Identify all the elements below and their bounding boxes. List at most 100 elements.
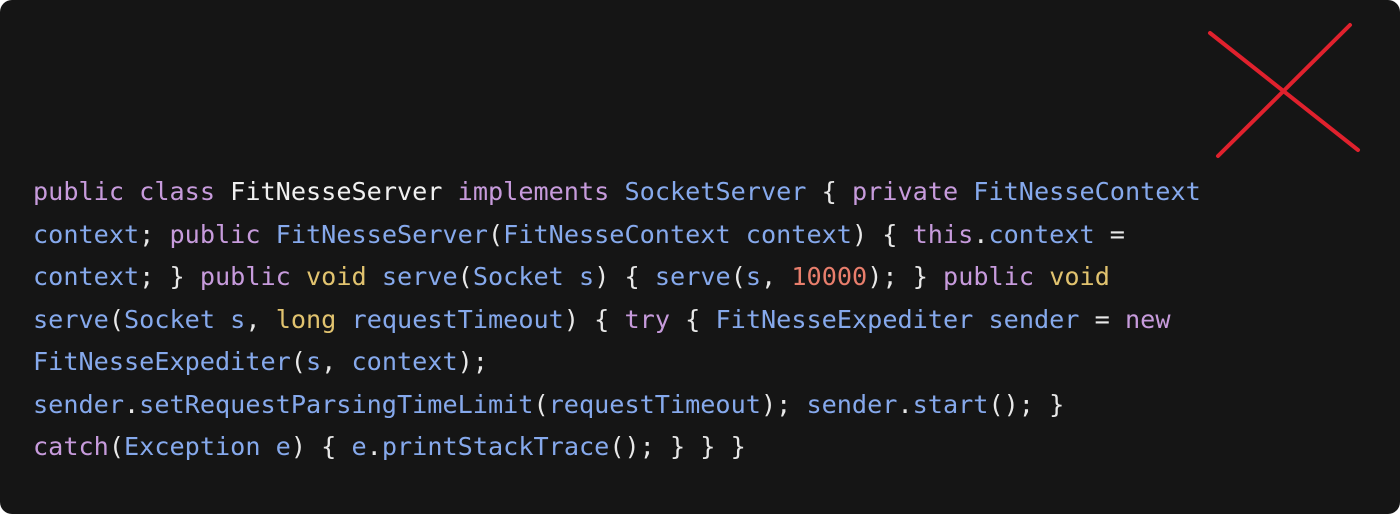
code-line: context; } public void serve(Socket s) {… <box>33 256 1201 299</box>
code-token: sender <box>806 389 898 419</box>
code-token: ( <box>487 219 504 249</box>
code-token: requestTimeout <box>351 304 564 334</box>
code-token: FitNesseServer <box>275 219 488 249</box>
code-token: ); <box>457 347 488 376</box>
code-token: Socket <box>124 304 215 334</box>
code-token: ( <box>290 347 306 376</box>
code-token: SocketServer <box>624 177 807 206</box>
code-token: ) { <box>594 262 655 291</box>
code-token: new <box>1124 304 1171 334</box>
code-snippet-panel: public class FitNesseServer implements S… <box>0 0 1400 514</box>
code-token: s <box>230 304 246 334</box>
code-token: context <box>745 219 852 249</box>
code-token: ); } <box>867 262 944 291</box>
code-token: requestTimeout <box>548 389 761 419</box>
code-block: public class FitNesseServer implements S… <box>33 171 1201 469</box>
code-token: class <box>139 177 215 206</box>
code-token: . <box>124 389 140 419</box>
code-token: ) { <box>851 219 913 249</box>
code-token: private <box>851 177 959 206</box>
code-token: FitNesseExpediter <box>33 347 291 376</box>
red-x-cross-icon <box>1208 23 1360 158</box>
code-token: try <box>624 304 671 334</box>
code-token: this <box>912 219 974 249</box>
code-token: FitNesseExpediter <box>715 304 974 334</box>
code-token: ; } <box>139 262 200 291</box>
code-token: e <box>275 432 291 461</box>
code-token: = <box>1094 219 1125 249</box>
code-token: serve <box>381 262 458 291</box>
code-token: s <box>579 262 595 291</box>
code-token: , <box>321 347 352 376</box>
code-token: void <box>306 262 367 291</box>
code-token: implements <box>457 177 610 206</box>
code-token: context <box>33 262 140 291</box>
code-token: e <box>351 432 367 461</box>
code-token: s <box>745 262 762 291</box>
code-token: FitNesseContext <box>973 177 1201 206</box>
code-token: ) { <box>563 304 625 334</box>
code-token: (); } <box>988 389 1065 419</box>
code-token: ( <box>533 389 549 419</box>
code-token: ); <box>760 389 807 419</box>
code-token: public <box>943 262 1035 291</box>
code-token: { <box>806 177 852 206</box>
code-token: . <box>973 219 989 249</box>
code-line: sender.setRequestParsingTimeLimit(reques… <box>33 384 1201 427</box>
cross-stroke-2 <box>1216 23 1352 158</box>
code-token: ( <box>108 432 124 461</box>
code-token: = <box>1079 304 1125 334</box>
code-token: serve <box>33 304 109 334</box>
code-token: ( <box>108 304 124 334</box>
code-token: printStackTrace <box>381 432 610 461</box>
code-token: Socket <box>472 262 564 291</box>
code-token: FitNesseContext <box>503 219 731 249</box>
code-token: context <box>988 219 1095 249</box>
code-line: catch(Exception e) { e.printStackTrace()… <box>33 426 1201 469</box>
code-token: public <box>169 219 261 249</box>
code-token: Exception <box>124 432 261 461</box>
code-token: context <box>33 219 140 249</box>
code-token: ; <box>139 219 170 249</box>
code-token: void <box>1049 262 1110 291</box>
code-token: public <box>33 177 124 206</box>
code-token: { <box>670 304 716 334</box>
code-token: setRequestParsingTimeLimit <box>139 389 534 419</box>
code-token: ) { <box>290 432 352 461</box>
code-token: . <box>897 389 913 419</box>
code-token: . <box>366 432 382 461</box>
code-token: sender <box>33 389 124 419</box>
code-token: public <box>199 262 291 291</box>
code-token: ( <box>730 262 746 291</box>
code-token: start <box>912 389 989 419</box>
code-token: 10000 <box>791 262 868 291</box>
code-token: (); } } } <box>609 432 746 461</box>
code-token: long <box>275 304 337 334</box>
code-token: sender <box>988 304 1080 334</box>
code-token: catch <box>33 432 109 461</box>
code-token: ( <box>457 262 473 291</box>
code-token: s <box>305 347 322 376</box>
code-token: FitNesseServer <box>230 177 443 206</box>
code-token: , <box>761 262 792 291</box>
code-line: public class FitNesseServer implements S… <box>33 171 1201 214</box>
code-token: context <box>351 347 458 376</box>
code-token: , <box>245 304 276 334</box>
code-line: context; public FitNesseServer(FitNesseC… <box>33 214 1201 257</box>
code-line: FitNesseExpediter(s, context); <box>33 341 1201 384</box>
code-token: serve <box>654 262 731 291</box>
